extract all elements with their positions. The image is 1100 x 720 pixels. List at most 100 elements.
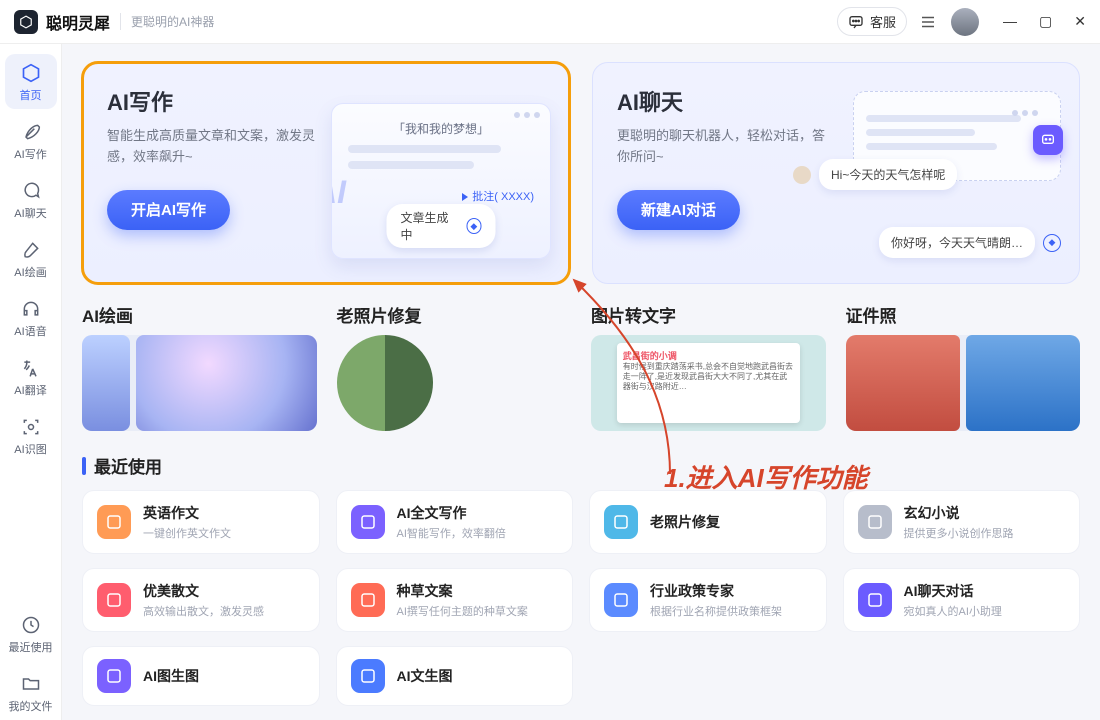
recent-tile[interactable]: AI图生图	[82, 646, 320, 706]
sidebar-item-files[interactable]: 我的文件	[5, 665, 57, 720]
clock-icon	[20, 614, 42, 636]
new-ai-chat-button[interactable]: 新建AI对话	[617, 190, 740, 230]
tile-name: AI文生图	[397, 666, 453, 686]
sidebar-item-label: 最近使用	[9, 639, 53, 655]
mock-annotation: 批注( XXXX)	[462, 188, 534, 204]
chat-mock-panel: Hi~今天的天气怎样呢 你好呀，今天天气晴朗… ◆	[853, 91, 1061, 258]
support-label: 客服	[870, 12, 896, 31]
generating-label: 文章生成中	[401, 209, 459, 243]
recent-tile[interactable]: AI文生图	[336, 646, 574, 706]
tile-icon	[351, 505, 385, 539]
recent-tile[interactable]: 行业政策专家 根据行业名称提供政策框架	[589, 568, 827, 632]
support-button[interactable]: 客服	[837, 7, 907, 36]
generating-pill: 文章生成中 ◆	[387, 204, 496, 248]
sidebar-item-paint[interactable]: AI绘画	[5, 231, 57, 286]
tile-name: 行业政策专家	[650, 581, 782, 601]
hero-card-chat[interactable]: AI聊天 更聪明的聊天机器人，轻松对话，答你所问~ 新建AI对话 Hi~今天的天…	[592, 62, 1080, 284]
feature-ocr[interactable]: 图片转文字 武昌街的小调 有时候到重庆踏荡采书,总会不自觉地跑武昌街去走一阵了,…	[591, 302, 826, 431]
recent-tile[interactable]: 老照片修复	[589, 490, 827, 554]
recent-tile[interactable]: AI聊天对话 宛如真人的AI小助理	[843, 568, 1081, 632]
tile-sub: AI撰写任何主题的种草文案	[397, 603, 528, 619]
hero-write-desc: 智能生成高质量文章和文案，激发灵感，效率飙升~	[107, 125, 317, 168]
tile-icon	[858, 583, 892, 617]
feature-title: AI绘画	[82, 302, 317, 327]
feature-ai-paint[interactable]: AI绘画	[82, 302, 317, 431]
sidebar-item-label: AI语音	[14, 323, 46, 339]
chat-fab-icon	[1033, 125, 1063, 155]
sidebar-item-recent[interactable]: 最近使用	[5, 606, 57, 661]
feature-photo-repair[interactable]: 老照片修复	[337, 302, 572, 431]
tile-icon	[351, 583, 385, 617]
ai-badge: AI	[331, 174, 346, 211]
recent-grid: 英语作文 一键创作英文作文 AI全文写作 AI智能写作，效率翻倍 老照片修复 玄…	[82, 490, 1080, 706]
sidebar-item-chat[interactable]: AI聊天	[5, 172, 57, 227]
folder-icon	[20, 673, 42, 695]
hero-card-write[interactable]: AI写作 智能生成高质量文章和文案，激发灵感，效率飙升~ 开启AI写作 「我和我…	[82, 62, 570, 284]
app-name: 聪明灵犀	[46, 10, 110, 34]
window-minimize[interactable]: —	[1003, 13, 1017, 30]
ocr-sheet-body: 有时候到重庆踏荡采书,总会不自觉地跑武昌街去走一阵了,是近发现武昌街大大不同了,…	[623, 362, 794, 393]
tile-sub: 宛如真人的AI小助理	[904, 603, 1002, 619]
recent-tile[interactable]: AI全文写作 AI智能写作，效率翻倍	[336, 490, 574, 554]
window-close[interactable]: ✕	[1074, 13, 1086, 30]
tile-icon	[604, 583, 638, 617]
sidebar-item-label: AI绘画	[14, 264, 46, 280]
section-recent-title: 最近使用	[82, 453, 1080, 478]
tile-sub: 根据行业名称提供政策框架	[650, 603, 782, 619]
tile-icon	[97, 505, 131, 539]
feature-title: 图片转文字	[591, 302, 826, 327]
sidebar-item-translate[interactable]: AI翻译	[5, 349, 57, 404]
brand-mini-icon: ◆	[466, 218, 481, 234]
recent-tile[interactable]: 玄幻小说 提供更多小说创作思路	[843, 490, 1081, 554]
tile-name: AI聊天对话	[904, 581, 1002, 601]
sidebar: 首页 AI写作 AI聊天 AI绘画 AI语音 AI翻译 AI识图 最	[0, 44, 62, 720]
recent-tile[interactable]: 英语作文 一键创作英文作文	[82, 490, 320, 554]
main-content: AI写作 智能生成高质量文章和文案，激发灵感，效率飙升~ 开启AI写作 「我和我…	[62, 44, 1100, 720]
sidebar-item-label: 首页	[20, 87, 42, 103]
sidebar-item-ocr[interactable]: AI识图	[5, 408, 57, 463]
tile-icon	[858, 505, 892, 539]
tile-sub: 提供更多小说创作思路	[904, 525, 1014, 541]
tile-sub: 高效输出散文，激发灵感	[143, 603, 264, 619]
sidebar-item-write[interactable]: AI写作	[5, 113, 57, 168]
mock-doc-title: 「我和我的梦想」	[332, 120, 550, 137]
tile-name: 老照片修复	[650, 512, 720, 532]
feature-title: 证件照	[846, 302, 1081, 327]
feather-icon	[20, 121, 42, 143]
tile-icon	[97, 659, 131, 693]
feature-id-photo[interactable]: 证件照	[846, 302, 1081, 431]
start-ai-write-button[interactable]: 开启AI写作	[107, 190, 230, 230]
ocr-sheet-title: 武昌街的小调	[623, 349, 794, 362]
recent-tile[interactable]: 种草文案 AI撰写任何主题的种草文案	[336, 568, 574, 632]
user-avatar-icon	[793, 166, 811, 184]
tile-sub: AI智能写作，效率翻倍	[397, 525, 506, 541]
write-mock-panel: 「我和我的梦想」 批注( XXXX) AI 文章生成中 ◆	[331, 103, 551, 259]
tile-name: 优美散文	[143, 581, 264, 601]
tile-name: AI图生图	[143, 666, 199, 686]
hamburger-menu[interactable]	[919, 13, 937, 31]
home-icon	[20, 62, 42, 84]
tile-icon	[351, 659, 385, 693]
window-maximize[interactable]: ▢	[1039, 13, 1052, 30]
avatar[interactable]	[951, 8, 979, 36]
tile-sub: 一键创作英文作文	[143, 525, 231, 541]
sidebar-item-home[interactable]: 首页	[5, 54, 57, 109]
tile-name: 英语作文	[143, 503, 231, 523]
chat-bubble-icon	[848, 14, 864, 30]
tile-name: 玄幻小说	[904, 503, 1014, 523]
tile-name: 种草文案	[397, 581, 528, 601]
recent-tile[interactable]: 优美散文 高效输出散文，激发灵感	[82, 568, 320, 632]
brand-mini-icon: ◆	[1043, 234, 1061, 252]
tagline: 更聪明的AI神器	[120, 13, 214, 30]
tile-icon	[604, 505, 638, 539]
sidebar-item-label: AI识图	[14, 441, 46, 457]
app-logo	[14, 10, 38, 34]
chat-icon	[20, 180, 42, 202]
brush-icon	[20, 239, 42, 261]
tile-icon	[97, 583, 131, 617]
scan-icon	[20, 416, 42, 438]
sidebar-item-label: AI聊天	[14, 205, 46, 221]
titlebar: 聪明灵犀 更聪明的AI神器 客服 — ▢ ✕	[0, 0, 1100, 44]
user-bubble: Hi~今天的天气怎样呢	[819, 159, 957, 190]
sidebar-item-voice[interactable]: AI语音	[5, 290, 57, 345]
